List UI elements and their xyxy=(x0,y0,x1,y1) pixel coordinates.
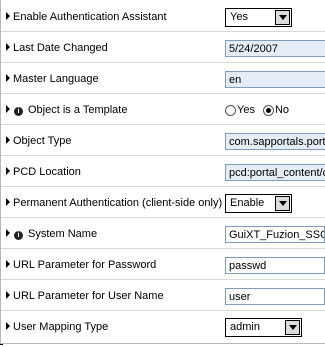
property-label: Last Date Changed xyxy=(13,42,108,54)
permanent-authentication-select[interactable]: Enable xyxy=(225,194,292,213)
property-label: Object Type xyxy=(13,135,72,147)
radio-label: Yes xyxy=(237,104,255,116)
expand-arrow-icon[interactable] xyxy=(6,167,10,175)
user-mapping-type-select[interactable]: admin xyxy=(225,318,302,337)
property-row-object-type: Object Type com.sapportals.portal.unifie… xyxy=(1,126,325,156)
property-row-system-name: i System Name GuiXT_Fuzion_SSO xyxy=(1,219,325,249)
last-date-changed-field[interactable]: 5/24/2007 xyxy=(225,40,325,57)
chevron-down-icon[interactable] xyxy=(275,196,290,211)
expand-arrow-icon[interactable] xyxy=(6,291,10,299)
pcd-location-field[interactable]: pcd:portal_content/com xyxy=(225,164,325,181)
property-label: Permanent Authentication (client-side on… xyxy=(13,197,223,209)
property-row-object-is-template: i Object is a Template Yes No xyxy=(1,95,325,125)
select-value: Enable xyxy=(230,197,265,209)
property-editor: Enable Authentication Assistant Yes Last… xyxy=(0,0,325,344)
radio-label: No xyxy=(274,104,290,116)
expand-arrow-icon[interactable] xyxy=(6,136,10,144)
expand-arrow-icon[interactable] xyxy=(6,198,10,206)
enable-authentication-assistant-select[interactable]: Yes xyxy=(225,8,292,27)
property-label: PCD Location xyxy=(13,166,81,178)
property-label: System Name xyxy=(28,228,98,240)
property-row-pcd-location: PCD Location pcd:portal_content/com xyxy=(1,157,325,187)
radio-option-yes[interactable]: Yes xyxy=(225,104,255,116)
expand-arrow-icon[interactable] xyxy=(6,229,10,237)
url-parameter-user-name-input[interactable]: user xyxy=(225,288,325,305)
property-label: URL Parameter for Password xyxy=(13,259,157,271)
property-label: Enable Authentication Assistant xyxy=(13,11,167,23)
property-row-user-mapping-type: User Mapping Type admin xyxy=(1,312,325,342)
master-language-field[interactable]: en xyxy=(225,71,325,88)
corner-mark xyxy=(0,344,3,345)
property-row-enable-authentication-assistant: Enable Authentication Assistant Yes xyxy=(1,2,325,32)
expand-arrow-icon[interactable] xyxy=(6,12,10,20)
chevron-down-icon[interactable] xyxy=(285,320,300,335)
expand-arrow-icon[interactable] xyxy=(6,322,10,330)
property-label: Object is a Template xyxy=(28,104,128,116)
property-row-permanent-authentication: Permanent Authentication (client-side on… xyxy=(1,188,325,218)
property-row-last-date-changed: Last Date Changed 5/24/2007 xyxy=(1,33,325,63)
radio-button-selected[interactable] xyxy=(262,104,274,116)
select-value: admin xyxy=(230,321,260,333)
chevron-down-icon[interactable] xyxy=(275,10,290,25)
property-row-master-language: Master Language en xyxy=(1,64,325,94)
expand-arrow-icon[interactable] xyxy=(6,260,10,268)
property-label: Master Language xyxy=(13,73,99,85)
object-type-field[interactable]: com.sapportals.portal.unifier xyxy=(225,133,325,150)
radio-option-no[interactable]: No xyxy=(262,104,290,116)
property-label: URL Parameter for User Name xyxy=(13,290,164,302)
select-value: Yes xyxy=(230,11,248,23)
expand-arrow-icon[interactable] xyxy=(6,74,10,82)
info-icon[interactable]: i xyxy=(14,231,23,240)
object-is-template-radio-group: Yes No xyxy=(225,103,297,117)
url-parameter-password-input[interactable]: passwd xyxy=(225,257,325,274)
radio-button[interactable] xyxy=(225,104,236,116)
property-row-url-parameter-password: URL Parameter for Password passwd xyxy=(1,250,325,280)
info-icon[interactable]: i xyxy=(14,107,23,116)
property-label: User Mapping Type xyxy=(13,321,109,333)
system-name-input[interactable]: GuiXT_Fuzion_SSO xyxy=(225,226,325,243)
property-row-url-parameter-user-name: URL Parameter for User Name user xyxy=(1,281,325,311)
expand-arrow-icon[interactable] xyxy=(6,105,10,113)
expand-arrow-icon[interactable] xyxy=(6,43,10,51)
